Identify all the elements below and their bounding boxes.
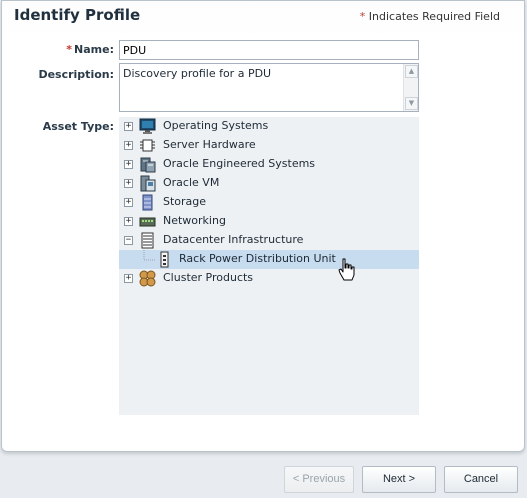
expand-icon[interactable]: + <box>124 274 133 283</box>
description-field[interactable]: Discovery profile for a PDU ▲ ▼ <box>119 63 419 112</box>
expand-icon[interactable]: + <box>124 179 133 188</box>
required-note-text: Indicates Required Field <box>368 10 500 23</box>
tree-node-networking[interactable]: + Networking <box>119 212 419 231</box>
tree-node-operating-systems[interactable]: + Operating Systems <box>119 117 419 136</box>
tree-connector <box>143 250 156 261</box>
expand-icon[interactable]: + <box>124 198 133 207</box>
tree-node-label: Operating Systems <box>163 119 269 132</box>
asset-type-tree[interactable]: + Operating Systems + Server Hardware + … <box>119 117 419 415</box>
tree-node-label: Server Hardware <box>163 138 256 151</box>
tree-node-label: Oracle Engineered Systems <box>163 157 316 170</box>
description-label: Description: <box>38 68 114 81</box>
collapse-icon[interactable]: − <box>124 236 133 245</box>
required-field-note: * Indicates Required Field <box>360 10 500 23</box>
asset-type-label: Asset Type: <box>42 120 114 133</box>
name-input[interactable] <box>119 40 419 60</box>
tree-node-label: Oracle VM <box>163 176 220 189</box>
hand-cursor-icon <box>338 258 355 281</box>
name-required-star: * <box>66 43 73 56</box>
tree-node-datacenter-infrastructure[interactable]: − Datacenter Infrastructure <box>119 231 419 250</box>
tree-node-label: Cluster Products <box>163 271 254 284</box>
expand-icon[interactable]: + <box>124 217 133 226</box>
tree-node-label: Datacenter Infrastructure <box>163 233 304 246</box>
required-star: * <box>359 10 366 23</box>
name-label: * Name: <box>2 43 114 56</box>
rack-icon <box>141 232 154 249</box>
page-title: Identify Profile <box>14 6 141 24</box>
engineered-system-icon <box>140 157 156 173</box>
storage-icon <box>142 194 153 211</box>
description-scrollbar[interactable]: ▲ ▼ <box>403 64 418 111</box>
description-value: Discovery profile for a PDU <box>123 67 272 80</box>
name-label-text: Name: <box>74 43 114 56</box>
tree-node-oracle-vm[interactable]: + Oracle VM <box>119 174 419 193</box>
tree-node-label: Storage <box>163 195 207 208</box>
tree-node-storage[interactable]: + Storage <box>119 193 419 212</box>
cancel-button[interactable]: Cancel <box>444 466 518 493</box>
pdu-icon <box>160 251 169 268</box>
cluster-icon <box>139 270 156 287</box>
next-button[interactable]: Next > <box>362 466 436 493</box>
switch-icon <box>139 217 156 227</box>
scroll-down-icon[interactable]: ▼ <box>405 97 418 110</box>
tree-node-label: Rack Power Distribution Unit <box>179 252 336 265</box>
previous-button[interactable]: < Previous <box>284 466 354 493</box>
expand-icon[interactable]: + <box>124 122 133 131</box>
tree-node-rack-power-distribution-unit[interactable]: Rack Power Distribution Unit <box>119 250 419 269</box>
tree-node-server-hardware[interactable]: + Server Hardware <box>119 136 419 155</box>
monitor-icon <box>139 118 156 134</box>
expand-icon[interactable]: + <box>124 141 133 150</box>
identify-profile-panel: Identify Profile * Indicates Required Fi… <box>1 0 525 452</box>
tree-node-label: Networking <box>163 214 226 227</box>
tree-node-oracle-engineered-systems[interactable]: + Oracle Engineered Systems <box>119 155 419 174</box>
chip-icon <box>140 139 155 152</box>
scroll-up-icon[interactable]: ▲ <box>405 65 418 78</box>
tree-node-cluster-products[interactable]: + Cluster Products <box>119 269 419 288</box>
vm-icon <box>140 175 156 192</box>
expand-icon[interactable]: + <box>124 160 133 169</box>
